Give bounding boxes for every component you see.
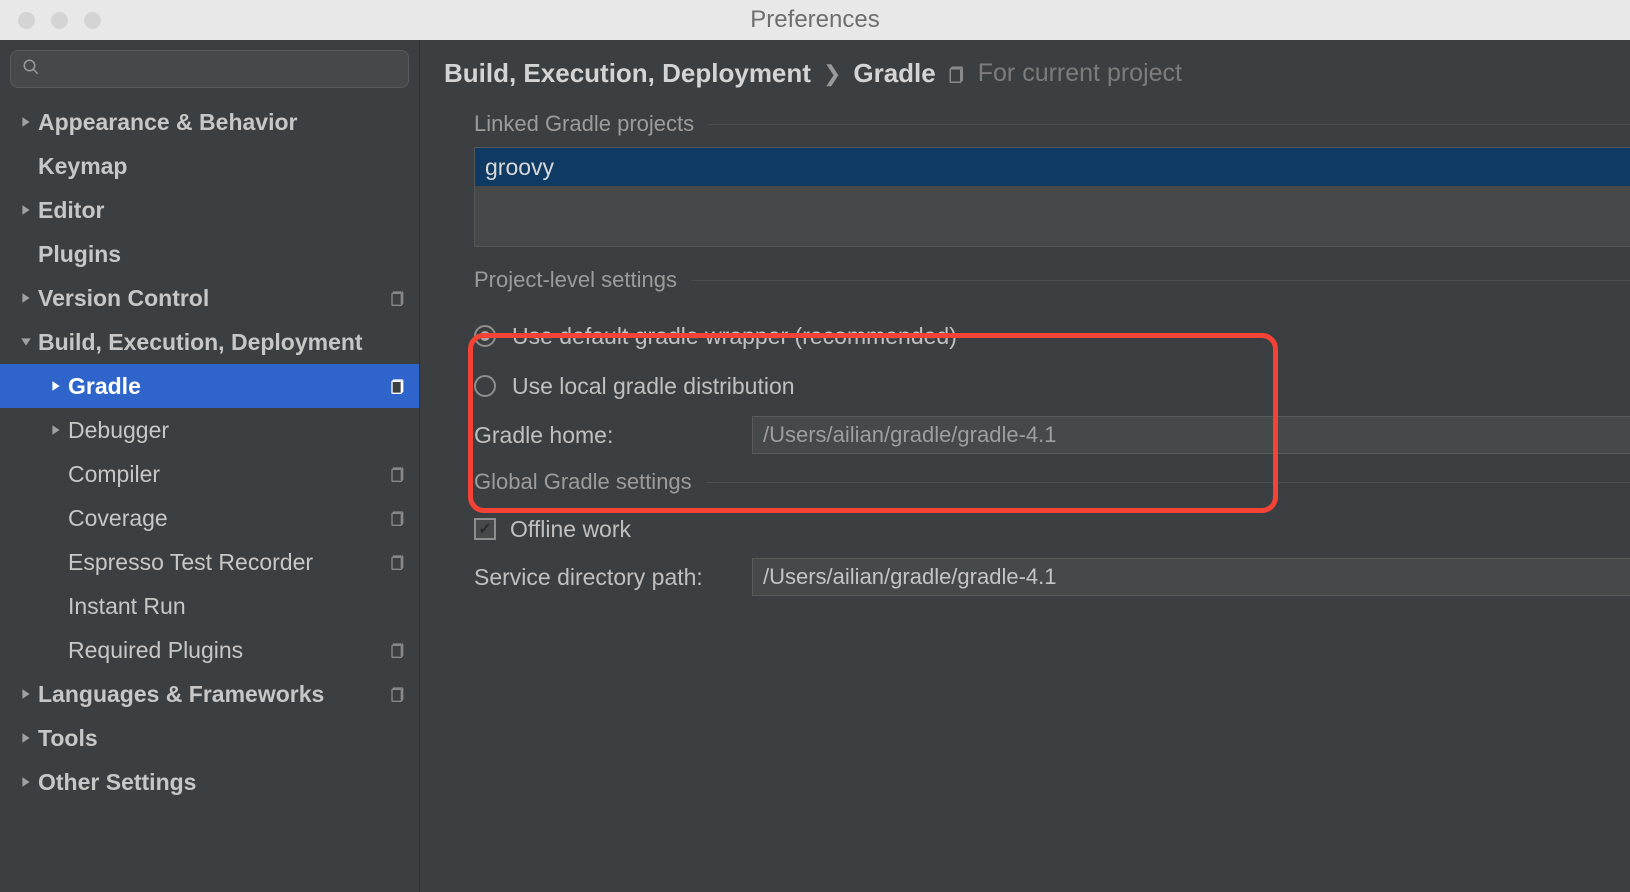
service-directory-label: Service directory path: bbox=[474, 564, 732, 591]
tree-item-label: Plugins bbox=[38, 241, 387, 268]
chevron-right-icon bbox=[14, 116, 38, 128]
project-scope-icon bbox=[387, 686, 409, 702]
tree-item-compiler[interactable]: Compiler bbox=[0, 452, 419, 496]
search-icon bbox=[22, 58, 40, 76]
gradle-home-label: Gradle home: bbox=[474, 422, 732, 449]
radio-icon bbox=[474, 325, 496, 347]
chevron-right-icon bbox=[14, 204, 38, 216]
chevron-right-icon bbox=[14, 732, 38, 744]
service-directory-input[interactable] bbox=[752, 558, 1630, 596]
chevron-right-icon bbox=[44, 380, 68, 392]
section-title-text: Project-level settings bbox=[474, 267, 677, 293]
content-pane: Build, Execution, Deployment ❯ Gradle Fo… bbox=[420, 40, 1630, 892]
window-title: Preferences bbox=[750, 6, 879, 34]
tree-item-label: Espresso Test Recorder bbox=[68, 549, 387, 576]
checkbox-label: Offline work bbox=[510, 516, 631, 543]
chevron-right-icon bbox=[14, 776, 38, 788]
tree-item-version-control[interactable]: Version Control bbox=[0, 276, 419, 320]
gradle-home-input[interactable] bbox=[752, 416, 1630, 454]
tree-item-label: Required Plugins bbox=[68, 637, 387, 664]
close-window-button[interactable] bbox=[18, 12, 35, 29]
project-scope-icon bbox=[948, 65, 966, 83]
chevron-right-icon: ❯ bbox=[823, 61, 841, 87]
radio-label: Use default gradle wrapper (recommended) bbox=[512, 323, 957, 350]
sidebar: Appearance & Behavior Keymap Editor Plugins… bbox=[0, 40, 420, 892]
radio-default-wrapper[interactable]: Use default gradle wrapper (recommended) bbox=[474, 311, 1630, 361]
breadcrumb-scope: For current project bbox=[978, 59, 1182, 88]
tree-item-build-execution-deployment[interactable]: Build, Execution, Deployment bbox=[0, 320, 419, 364]
tree-item-label: Languages & Frameworks bbox=[38, 681, 387, 708]
titlebar: Preferences bbox=[0, 0, 1630, 40]
tree-item-debugger[interactable]: Debugger bbox=[0, 408, 419, 452]
tree-item-label: Coverage bbox=[68, 505, 387, 532]
project-scope-icon bbox=[387, 510, 409, 526]
minimize-window-button[interactable] bbox=[51, 12, 68, 29]
service-directory-row: Service directory path: bbox=[474, 553, 1630, 601]
linked-projects-list[interactable]: groovy bbox=[474, 147, 1630, 247]
chevron-right-icon bbox=[14, 292, 38, 304]
offline-work-checkbox[interactable]: ✓ Offline work bbox=[474, 505, 1630, 553]
project-scope-icon bbox=[387, 554, 409, 570]
tree-item-label: Gradle bbox=[68, 373, 387, 400]
radio-local-distribution[interactable]: Use local gradle distribution bbox=[474, 361, 1630, 411]
tree-item-keymap[interactable]: Keymap bbox=[0, 144, 419, 188]
section-title-text: Linked Gradle projects bbox=[474, 111, 694, 137]
tree-item-label: Instant Run bbox=[68, 593, 387, 620]
divider bbox=[706, 482, 1630, 483]
tree-item-instant-run[interactable]: Instant Run bbox=[0, 584, 419, 628]
radio-icon bbox=[474, 375, 496, 397]
project-scope-icon bbox=[387, 642, 409, 658]
tree-item-label: Editor bbox=[38, 197, 387, 224]
tree-item-label: Compiler bbox=[68, 461, 387, 488]
zoom-window-button[interactable] bbox=[84, 12, 101, 29]
project-scope-icon bbox=[387, 378, 409, 394]
tree-item-tools[interactable]: Tools bbox=[0, 716, 419, 760]
breadcrumb: Build, Execution, Deployment ❯ Gradle Fo… bbox=[444, 58, 1630, 89]
tree-item-required-plugins[interactable]: Required Plugins bbox=[0, 628, 419, 672]
tree-item-label: Version Control bbox=[38, 285, 387, 312]
tree-item-plugins[interactable]: Plugins bbox=[0, 232, 419, 276]
tree-item-label: Debugger bbox=[68, 417, 387, 444]
settings-tree: Appearance & Behavior Keymap Editor Plugins… bbox=[0, 94, 419, 804]
project-scope-icon bbox=[387, 466, 409, 482]
tree-item-appearance-behavior[interactable]: Appearance & Behavior bbox=[0, 100, 419, 144]
breadcrumb-part: Gradle bbox=[853, 58, 935, 89]
tree-item-coverage[interactable]: Coverage bbox=[0, 496, 419, 540]
chevron-right-icon bbox=[44, 424, 68, 436]
window-controls bbox=[0, 12, 101, 29]
section-title-text: Global Gradle settings bbox=[474, 469, 692, 495]
breadcrumb-part: Build, Execution, Deployment bbox=[444, 58, 811, 89]
tree-item-espresso-test-recorder[interactable]: Espresso Test Recorder bbox=[0, 540, 419, 584]
section-project-level: Project-level settings bbox=[474, 267, 1630, 293]
project-scope-icon bbox=[387, 290, 409, 306]
tree-item-languages-frameworks[interactable]: Languages & Frameworks bbox=[0, 672, 419, 716]
gradle-home-row: Gradle home: bbox=[474, 411, 1630, 459]
tree-item-other-settings[interactable]: Other Settings bbox=[0, 760, 419, 804]
tree-item-label: Other Settings bbox=[38, 769, 387, 796]
tree-item-editor[interactable]: Editor bbox=[0, 188, 419, 232]
divider bbox=[708, 124, 1630, 125]
tree-item-label: Tools bbox=[38, 725, 387, 752]
chevron-right-icon bbox=[14, 688, 38, 700]
divider bbox=[691, 280, 1630, 281]
search-input[interactable] bbox=[10, 50, 409, 88]
tree-item-label: Build, Execution, Deployment bbox=[38, 329, 387, 356]
checkbox-icon: ✓ bbox=[474, 518, 496, 540]
section-linked-gradle: Linked Gradle projects bbox=[474, 111, 1630, 137]
radio-label: Use local gradle distribution bbox=[512, 373, 795, 400]
tree-item-gradle[interactable]: Gradle bbox=[0, 364, 419, 408]
tree-item-label: Keymap bbox=[38, 153, 387, 180]
chevron-down-icon bbox=[14, 336, 38, 348]
linked-project-item[interactable]: groovy bbox=[475, 148, 1630, 186]
tree-item-label: Appearance & Behavior bbox=[38, 109, 387, 136]
section-global-gradle: Global Gradle settings bbox=[474, 469, 1630, 495]
